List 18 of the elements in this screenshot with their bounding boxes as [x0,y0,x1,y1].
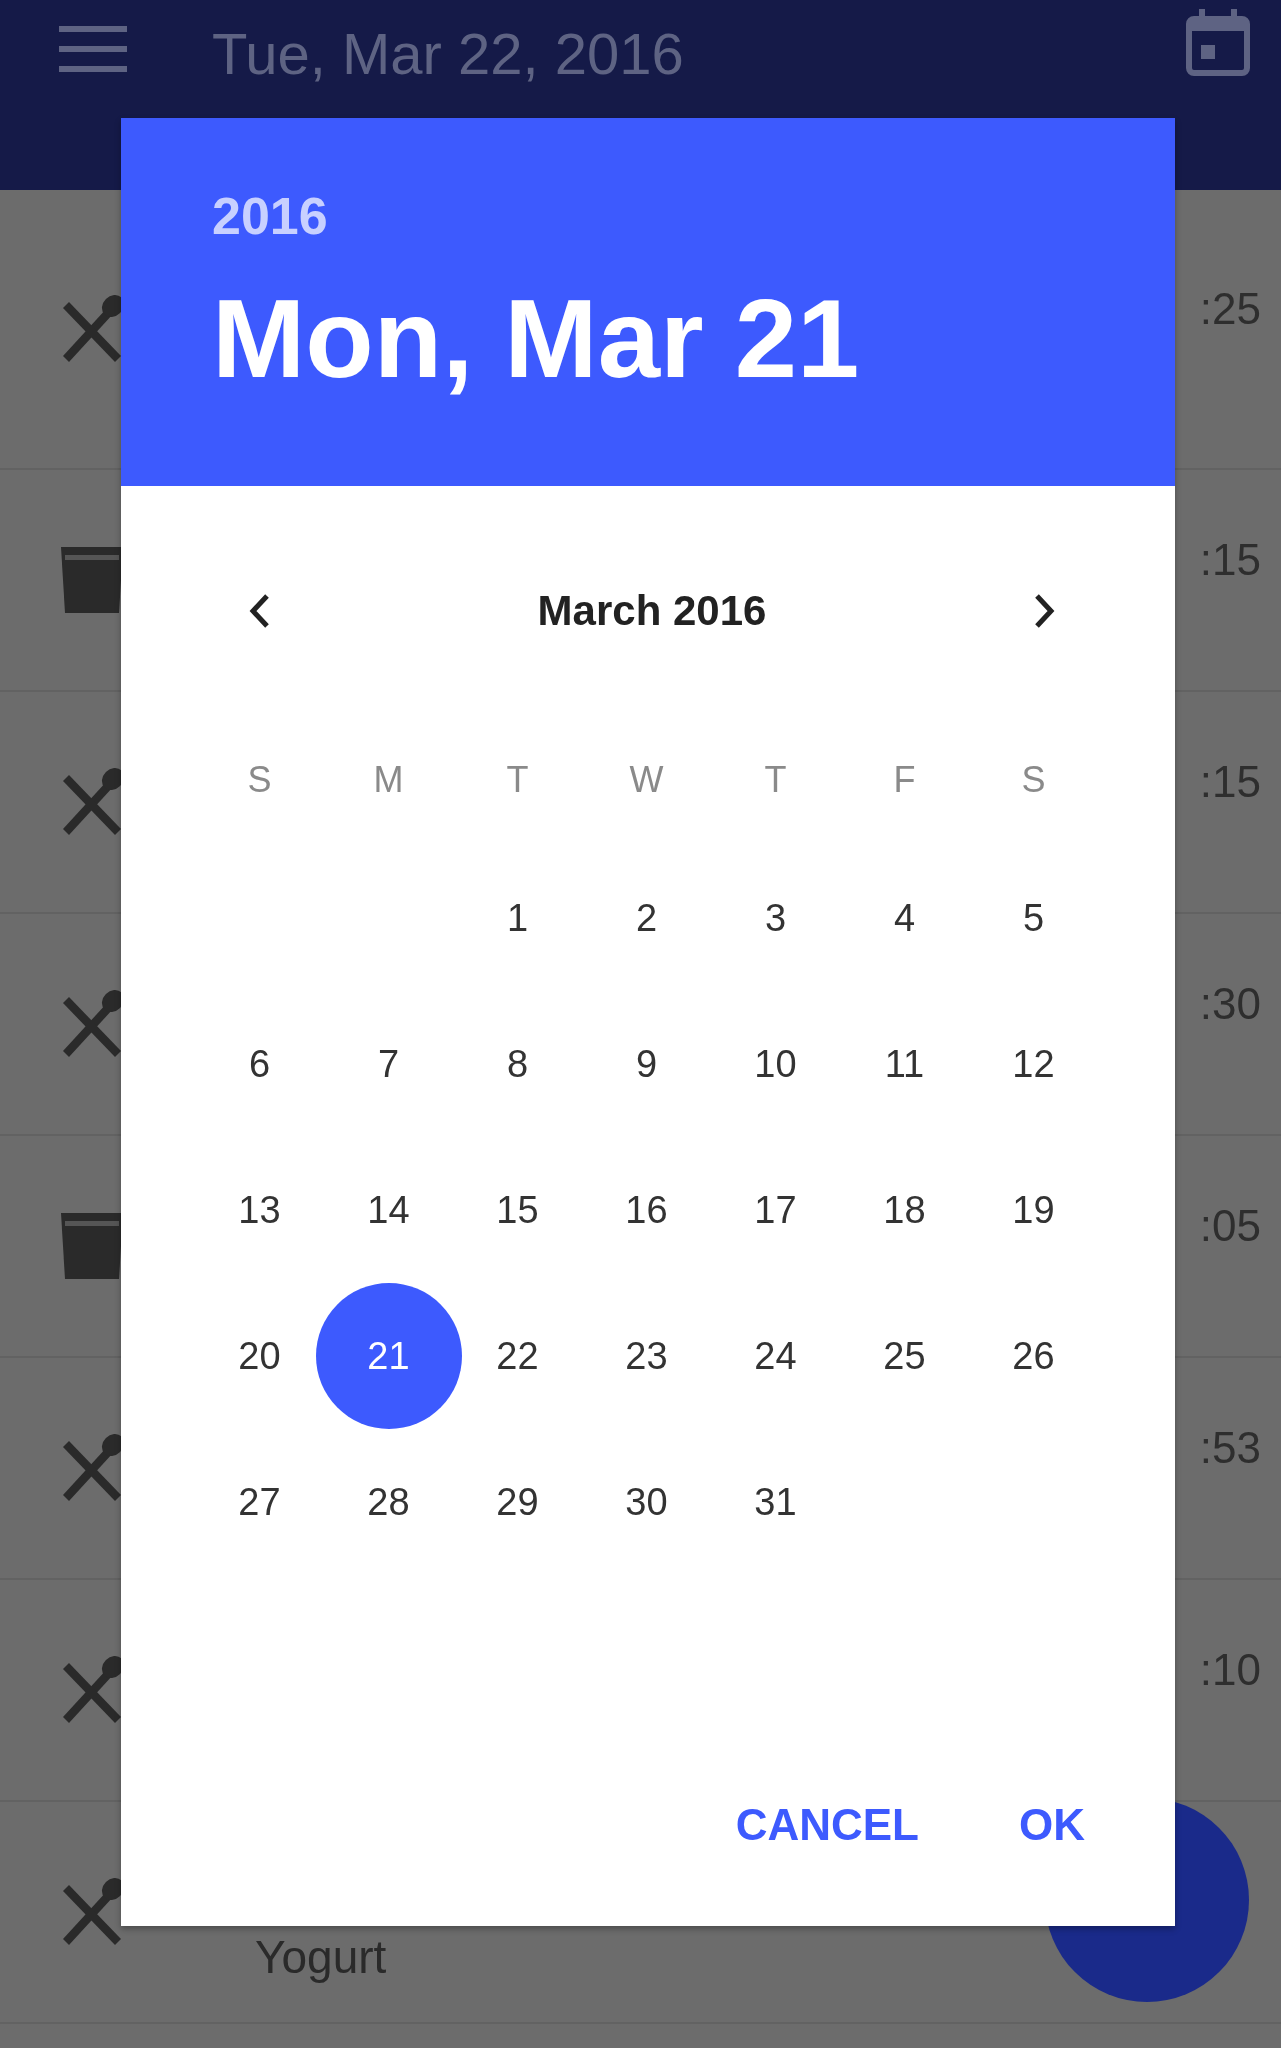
app-bar-title: Tue, Mar 22, 2016 [212,19,685,87]
weekday-label: F [893,759,916,801]
entry-time: :30 [1199,979,1261,1029]
entry-time: :25 [1199,284,1261,334]
entry-time: :10 [1199,1645,1261,1695]
entry-name: Yogurt [255,1930,388,1984]
selected-date: Mon, Mar 21 [212,275,861,403]
weekday-label: W [629,759,664,801]
weekday-label: S [1021,759,1046,801]
entry-time: :53 [1199,1423,1261,1473]
month-title: March 2016 [537,587,767,635]
weekday-label: S [247,759,272,801]
weekday-label: T [764,759,787,801]
entry-time: :15 [1199,535,1261,585]
entry-time: :05 [1199,1201,1261,1251]
entry-time: :15 [1199,757,1261,807]
weekday-label: M [373,759,404,801]
weekday-label: T [506,759,529,801]
